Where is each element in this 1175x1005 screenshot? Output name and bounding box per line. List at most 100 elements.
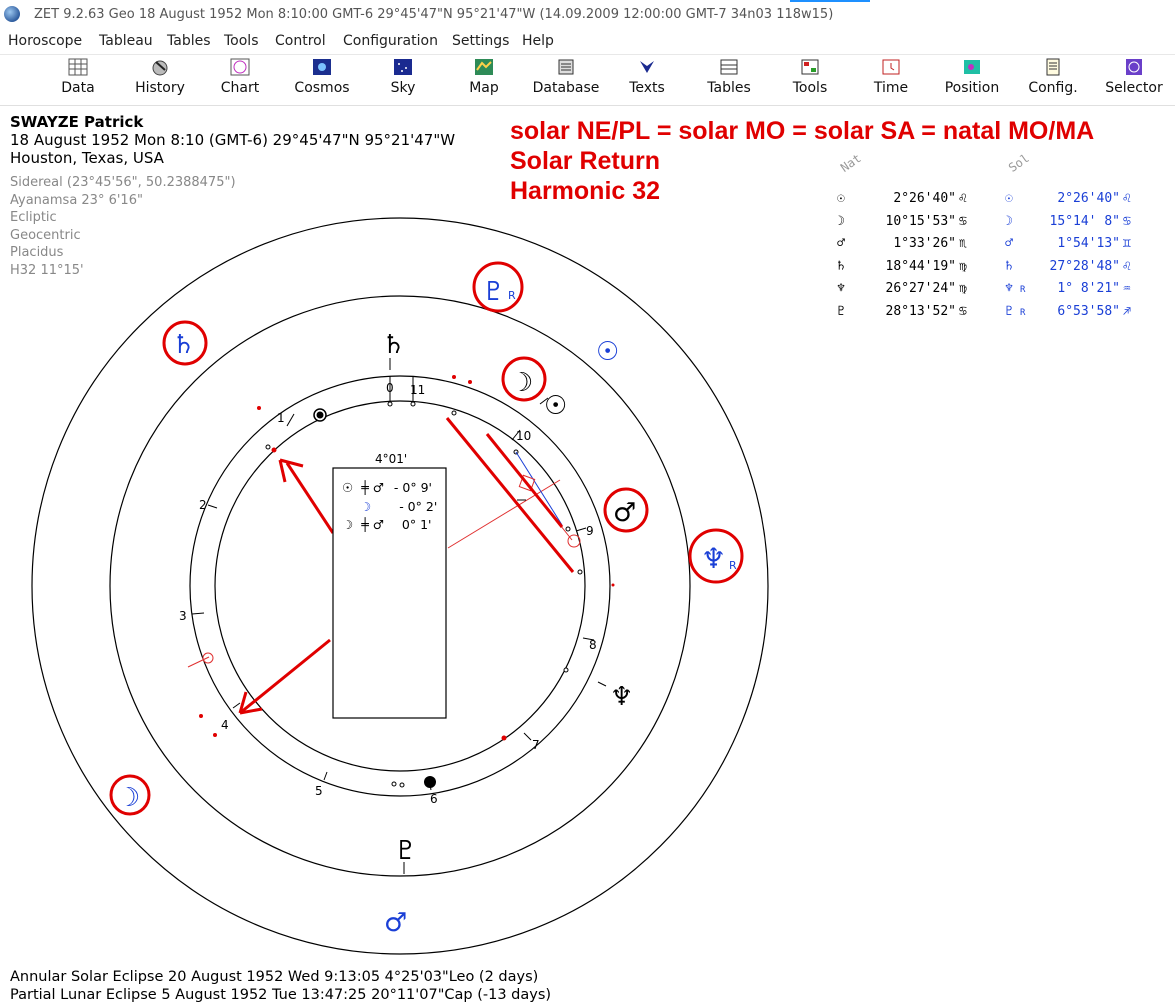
position-value: 26°27'24" — [885, 281, 956, 296]
planet-symbol: ♂ — [837, 236, 845, 251]
toolbar-selector-button[interactable]: Selector — [1095, 58, 1173, 96]
house-5-label: 5 — [315, 784, 323, 798]
position-value: 2°26'40" — [1057, 191, 1120, 206]
eclipse-info: Annular Solar Eclipse 20 August 1952 Wed… — [10, 968, 551, 1004]
menu-configuration[interactable]: Configuration — [343, 33, 438, 49]
position-value: 27°28'48" — [1049, 258, 1120, 274]
lunar-eclipse-line: Partial Lunar Eclipse 5 August 1952 Tue … — [10, 987, 552, 1003]
toolbar-database-button[interactable]: Database — [527, 58, 605, 96]
position-value: 1°33'26" — [893, 236, 956, 251]
aspect-row: ☉ ╪ ♂ - 0° 9' — [342, 480, 432, 495]
menu-horoscope[interactable]: Horoscope — [8, 33, 82, 49]
database-icon — [555, 58, 577, 78]
natal-moon-glyph: ☽ — [510, 368, 533, 398]
setting-harmonic: H32 11°15' — [10, 262, 84, 278]
toolbar-tables-button[interactable]: Tables — [690, 58, 768, 96]
natal-position-row: ♆ 26°27'24" ♍ — [830, 281, 967, 296]
toolbar-data-button[interactable]: Data — [39, 58, 117, 96]
menu-tables[interactable]: Tables — [167, 33, 211, 49]
sign-symbol: ♌ — [1123, 258, 1131, 274]
retro-mark: R — [1020, 285, 1026, 295]
menu-tableau[interactable]: Tableau — [99, 33, 153, 49]
planet-symbol: ♄ — [837, 258, 845, 274]
position-value: 28°13'52" — [885, 303, 956, 319]
sky-icon — [392, 58, 414, 78]
annotation-line-2: Solar Return — [510, 147, 661, 175]
solar-position-row: ♇ R 6°53'58" ♐ — [998, 304, 1131, 319]
house-4-label: 4 — [221, 718, 229, 732]
toolbar-config-button[interactable]: Config. — [1014, 58, 1092, 96]
solar-pluto-retro: R — [508, 289, 516, 302]
planet-symbol: ♂ — [1005, 236, 1013, 251]
position-value: 2°26'40" — [893, 191, 956, 206]
house-7-label: 7 — [532, 738, 540, 752]
house-10-label: 10 — [516, 429, 531, 443]
window-title: ZET 9.2.63 Geo 18 August 1952 Mon 8:10:0… — [34, 7, 834, 22]
sign-symbol: ♋ — [959, 213, 967, 229]
house-2-label: 2 — [199, 498, 207, 512]
sign-symbol: ♒ — [1123, 281, 1131, 296]
menu-control[interactable]: Control — [275, 33, 326, 49]
sign-symbol: ♐ — [1123, 303, 1131, 319]
planet-symbol: ☉ — [1005, 191, 1013, 206]
natal-neptune-glyph: ♆ — [610, 682, 633, 712]
toolbar-cosmos-button[interactable]: Cosmos — [283, 58, 361, 96]
natal-position-row: ♄ 18°44'19" ♍ — [830, 259, 967, 274]
solar-position-row: ♆ R 1° 8'21" ♒ — [998, 281, 1131, 296]
house-1-label: 1 — [277, 411, 285, 425]
sign-symbol: ♍ — [959, 281, 967, 296]
birth-data: 18 August 1952 Mon 8:10 (GMT-6) 29°45'47… — [10, 131, 456, 149]
menu-tools[interactable]: Tools — [224, 33, 259, 49]
house-3-label: 3 — [179, 609, 187, 623]
toolbar-texts-button[interactable]: Texts — [608, 58, 686, 96]
aspect-list: ☉ ╪ ♂ - 0° 9' ☽ - 0° 2' ☽ ╪ ♂ 0° 1' — [342, 479, 437, 535]
chart-info: SWAYZE Patrick 18 August 1952 Mon 8:10 (… — [10, 113, 455, 167]
toolbar-map-button[interactable]: Map — [445, 58, 523, 96]
grid-icon — [67, 58, 89, 78]
planet-symbol: ♇ — [1005, 303, 1013, 319]
setting-sidereal: Sidereal (23°45'56", 50.2388475") — [10, 175, 236, 190]
solar-position-row: ♄ 27°28'48" ♌ — [998, 259, 1131, 274]
setting-placidus: Placidus — [10, 245, 64, 260]
sign-symbol: ♊ — [1123, 236, 1131, 251]
house-9-label: 9 — [586, 524, 594, 538]
toolbar-chart-button[interactable]: Chart — [201, 58, 279, 96]
natal-mars-glyph: ♂ — [613, 498, 636, 528]
natal-position-row: ♇ 28°13'52" ♋ — [830, 304, 967, 319]
toolbar-history-button[interactable]: History — [121, 58, 199, 96]
texts-icon — [636, 58, 658, 78]
planet-symbol: ♇ — [837, 303, 845, 319]
planet-symbol: ♆ — [1005, 281, 1013, 296]
solar-pluto-glyph: ♇ — [482, 277, 505, 307]
retro-mark: R — [1020, 307, 1026, 318]
toolbar-sky-button[interactable]: Sky — [364, 58, 442, 96]
position-value: 6°53'58" — [1057, 303, 1120, 319]
toolbar-tools-button[interactable]: Tools — [771, 58, 849, 96]
natal-saturn-glyph: ♄ — [382, 330, 405, 360]
house-11-label: 11 — [410, 383, 425, 397]
menu-settings[interactable]: Settings — [452, 33, 509, 49]
natal-position-row: ☉ 2°26'40" ♌ — [830, 191, 967, 206]
solar-saturn-glyph: ♄ — [172, 330, 195, 360]
time-icon — [880, 58, 902, 78]
map-icon — [473, 58, 495, 78]
solar-mars-glyph: ♂ — [384, 908, 407, 938]
planet-symbol: ♄ — [1005, 258, 1013, 274]
toolbar: Data History Chart Cosmos Sky Map Databa… — [0, 54, 1175, 106]
menu-help[interactable]: Help — [522, 33, 554, 49]
sign-symbol: ♋ — [959, 303, 967, 319]
toolbar-time-button[interactable]: Time — [852, 58, 930, 96]
setting-ayanamsa: Ayanamsa 23° 6'16" — [10, 192, 143, 208]
aspect-row: ☽ ╪ ♂ 0° 1' — [342, 517, 432, 532]
planet-symbol: ♆ — [837, 281, 845, 296]
setting-geocentric: Geocentric — [10, 227, 81, 243]
solar-neptune-glyph: ♆ — [701, 542, 726, 575]
house-6-label: 6 — [430, 792, 438, 806]
selector-icon — [1123, 58, 1145, 78]
position-value: 15°14' 8" — [1049, 213, 1120, 229]
aspect-row: ☽ - 0° 2' — [360, 498, 438, 514]
menu-bar: Horoscope Tableau Tables Tools Control C… — [0, 30, 1175, 52]
toolbar-position-button[interactable]: Position — [933, 58, 1011, 96]
position-value: 1° 8'21" — [1057, 281, 1120, 296]
solar-neptune-retro: R — [729, 559, 737, 572]
